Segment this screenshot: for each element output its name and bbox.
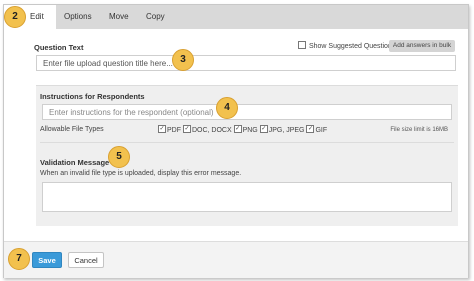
check-icon[interactable]: ✓	[306, 125, 315, 133]
file-type-jpg[interactable]: ✓ JPG, JPEG	[259, 125, 305, 134]
callout-7: 7	[8, 248, 30, 270]
file-type-png[interactable]: ✓ PNG	[233, 125, 258, 134]
file-size-limit: File size limit is 16MB	[390, 127, 448, 133]
add-answers-bulk-button[interactable]: Add answers in bulk	[389, 40, 455, 52]
check-icon[interactable]: ✓	[158, 125, 166, 133]
callout-5: 5	[108, 146, 130, 168]
instructions-input[interactable]: Enter instructions for the respondent (o…	[42, 104, 452, 120]
file-types-label: Allowable File Types	[40, 126, 104, 133]
question-editor-panel: Edit Options Move Copy Question Text Sho…	[3, 4, 469, 278]
file-type-gif[interactable]: ✓ GIF	[306, 125, 327, 134]
validation-message-hint: When an invalid file type is uploaded, d…	[40, 170, 242, 177]
save-button[interactable]: Save	[32, 252, 62, 268]
settings-section: Instructions for Respondents Enter instr…	[36, 85, 458, 226]
question-text-label: Question Text	[34, 43, 84, 52]
file-types-options: ✓ PDF ✓ DOC, DOCX ✓ PNG ✓ JPG, JPEG ✓ GIF	[158, 125, 327, 134]
callout-3: 3	[172, 49, 194, 71]
file-type-doc[interactable]: ✓ DOC, DOCX	[182, 125, 232, 134]
question-title-input[interactable]: Enter file upload question title here...	[36, 55, 456, 71]
show-suggested-checkbox[interactable]	[298, 41, 306, 49]
check-icon[interactable]: ✓	[233, 125, 242, 133]
tab-copy[interactable]: Copy	[146, 5, 165, 29]
tab-options[interactable]: Options	[64, 5, 92, 29]
cancel-button[interactable]: Cancel	[68, 252, 104, 268]
section-divider	[40, 142, 454, 143]
tab-bar: Edit Options Move Copy	[4, 5, 468, 29]
check-icon[interactable]: ✓	[182, 125, 191, 133]
check-icon[interactable]: ✓	[259, 125, 268, 133]
callout-4: 4	[216, 97, 238, 119]
file-type-pdf[interactable]: ✓ PDF	[158, 125, 181, 134]
validation-message-textarea[interactable]	[42, 182, 452, 212]
validation-message-label: Validation Message	[40, 158, 110, 167]
show-suggested-toggle[interactable]: Show Suggested Questions	[298, 41, 395, 50]
callout-2: 2	[4, 6, 26, 28]
instructions-label: Instructions for Respondents	[40, 92, 145, 101]
tab-move[interactable]: Move	[109, 5, 129, 29]
editor-footer: Save Cancel	[4, 241, 468, 278]
